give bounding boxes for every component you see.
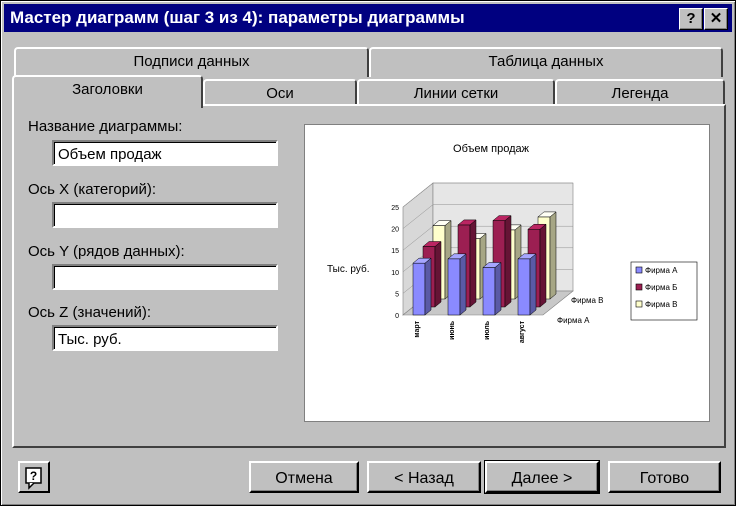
tab-label: Таблица данных bbox=[488, 53, 604, 70]
tab-label: Подписи данных bbox=[133, 53, 250, 70]
chart-legend-label: Фирма Б bbox=[645, 283, 677, 292]
chart-tick-label: 25 bbox=[391, 205, 399, 212]
chart-category-label: июнь bbox=[449, 320, 456, 340]
chart-depth-label: Фирма В bbox=[571, 296, 604, 305]
tab-titles[interactable]: Заголовки bbox=[12, 75, 203, 108]
back-button[interactable]: < Назад bbox=[367, 461, 481, 493]
tab-data-table[interactable]: Таблица данных bbox=[369, 47, 723, 77]
help-button[interactable]: ? bbox=[18, 461, 50, 493]
chart-bar-side bbox=[549, 211, 557, 300]
tab-label: Заголовки bbox=[72, 81, 143, 98]
tab-data-labels[interactable]: Подписи данных bbox=[14, 47, 369, 77]
chart-preview: Объем продаж Тыс. руб. 0 5 10 15 20 25 март июнь и… bbox=[304, 124, 710, 422]
chart-legend-label: Фирма А bbox=[645, 266, 678, 275]
help-title-button[interactable]: ? bbox=[679, 8, 703, 30]
chart-legend-swatch bbox=[635, 283, 643, 291]
chart-wizard-dialog: Мастер диаграмм (шаг 3 из 4): параметры … bbox=[0, 0, 736, 506]
tab-gridlines[interactable]: Линии сетки bbox=[357, 79, 555, 107]
chart-category-label: март bbox=[414, 320, 421, 337]
title-bar[interactable]: Мастер диаграмм (шаг 3 из 4): параметры … bbox=[4, 4, 732, 32]
chart-category-label: август bbox=[519, 320, 526, 343]
chart-bar-side bbox=[494, 261, 502, 316]
window-title: Мастер диаграмм (шаг 3 из 4): параметры … bbox=[10, 8, 465, 27]
chart-bar-side bbox=[459, 253, 467, 316]
chart-bar bbox=[412, 262, 426, 316]
chart-tick-label: 20 bbox=[391, 227, 399, 234]
chart-bar bbox=[482, 267, 496, 316]
tab-label: Оси bbox=[266, 85, 294, 102]
help-icon: ? bbox=[25, 467, 42, 490]
finish-button[interactable]: Готово bbox=[608, 461, 721, 493]
axis-x-input[interactable] bbox=[52, 202, 278, 228]
chart-bar-side bbox=[434, 240, 442, 308]
tab-legend[interactable]: Легенда bbox=[555, 79, 725, 107]
chart-tick-label: 0 bbox=[395, 313, 399, 320]
axis-y-label: Ось Y (рядов данных): bbox=[28, 243, 185, 260]
axis-z-input[interactable]: Тыс. руб. bbox=[52, 325, 278, 351]
chart-legend-swatch bbox=[635, 300, 643, 308]
axis-y-input[interactable] bbox=[52, 264, 278, 290]
chart-bar-side bbox=[504, 215, 512, 308]
next-button[interactable]: Далее > bbox=[484, 460, 600, 494]
chart-depth-label: Фирма А bbox=[557, 316, 590, 325]
chart-legend-swatch bbox=[635, 266, 643, 274]
chart-bar bbox=[517, 258, 531, 316]
chart-legend-label: Фирма В bbox=[645, 300, 678, 309]
chart-title: Объем продаж bbox=[453, 143, 530, 155]
tab-axes[interactable]: Оси bbox=[203, 79, 357, 107]
tab-label: Линии сетки bbox=[413, 85, 499, 102]
svg-text:?: ? bbox=[30, 469, 37, 483]
chart-category-label: июль bbox=[484, 320, 491, 340]
tab-label: Легенда bbox=[611, 85, 669, 102]
close-button[interactable]: ✕ bbox=[704, 8, 728, 30]
chart-bar-side bbox=[529, 253, 537, 316]
chart-tick-label: 5 bbox=[395, 291, 399, 298]
chart-axis-label: Тыс. руб. bbox=[327, 263, 369, 275]
chart-bar bbox=[447, 258, 461, 316]
chart-tick-label: 15 bbox=[391, 248, 399, 255]
chart-tick-label: 10 bbox=[391, 270, 399, 277]
axis-z-label: Ось Z (значений): bbox=[28, 304, 152, 321]
cancel-button[interactable]: Отмена bbox=[249, 461, 359, 493]
chart-bar-side bbox=[424, 257, 432, 316]
chart-title-label: Название диаграммы: bbox=[28, 118, 183, 135]
axis-x-label: Ось X (категорий): bbox=[28, 181, 157, 198]
chart-bar-side bbox=[469, 219, 477, 308]
chart-title-input[interactable]: Объем продаж bbox=[52, 140, 278, 166]
chart-svg: Объем продаж Тыс. руб. 0 5 10 15 20 25 март июнь и… bbox=[327, 143, 698, 343]
chart-bar-side bbox=[539, 223, 547, 308]
